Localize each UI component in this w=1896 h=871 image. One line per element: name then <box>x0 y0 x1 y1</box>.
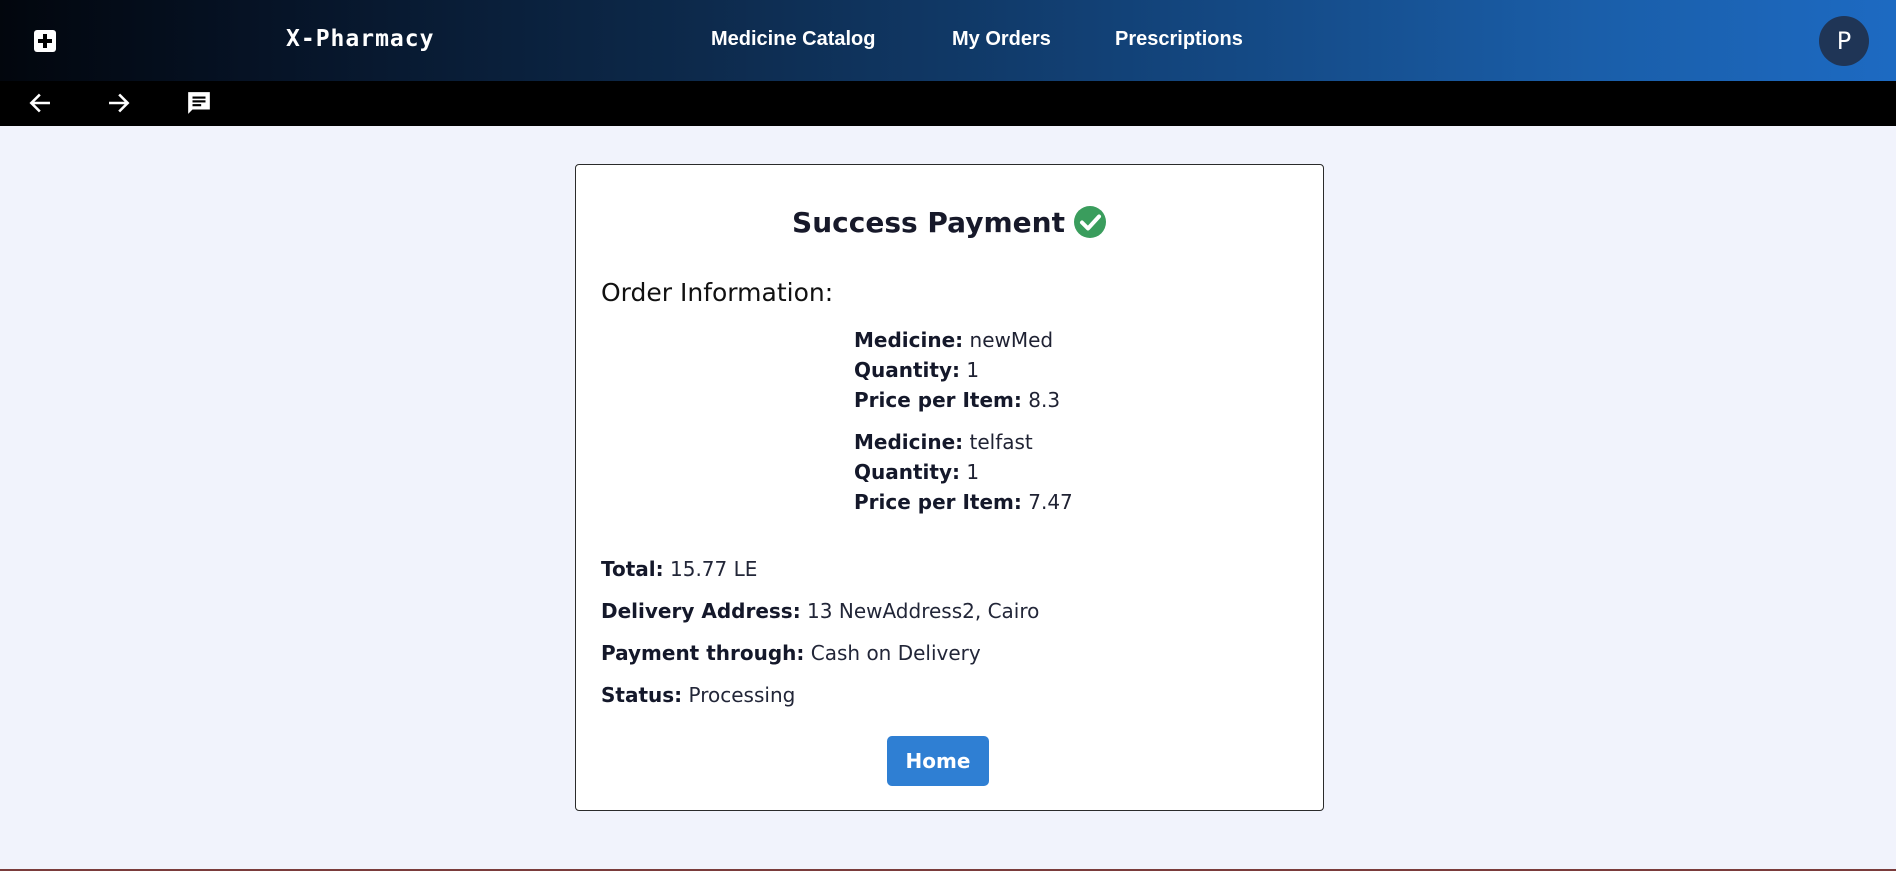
item-price: Price per Item: 8.3 <box>854 388 1061 412</box>
check-circle-icon <box>1073 206 1106 238</box>
success-title: Success Payment <box>576 205 1323 239</box>
order-item: Medicine: newMed Quantity: 1 Price per I… <box>854 325 1060 415</box>
chat-icon[interactable] <box>186 90 212 116</box>
arrow-right-icon[interactable] <box>106 90 132 116</box>
order-information-heading: Order Information: <box>601 278 834 307</box>
home-button[interactable]: Home <box>887 736 989 786</box>
delivery-address: Delivery Address: 13 NewAddress2, Cairo <box>601 599 1040 623</box>
order-total: Total: 15.77 LE <box>601 557 758 581</box>
item-medicine: Medicine: telfast <box>854 430 1033 454</box>
order-item: Medicine: telfast Quantity: 1 Price per … <box>854 427 1073 517</box>
medical-cross-icon[interactable] <box>34 30 56 52</box>
item-medicine: Medicine: newMed <box>854 328 1054 352</box>
secondary-toolbar <box>0 81 1896 126</box>
arrow-left-icon[interactable] <box>27 90 53 116</box>
page-title: Success Payment <box>792 205 1065 239</box>
nav-my-orders[interactable]: My Orders <box>952 28 1051 51</box>
payment-success-card: Success Payment Order Information: Medic… <box>575 164 1324 811</box>
item-quantity: Quantity: 1 <box>854 358 980 382</box>
nav-prescriptions[interactable]: Prescriptions <box>1115 28 1243 51</box>
item-price: Price per Item: 7.47 <box>854 490 1073 514</box>
order-status: Status: Processing <box>601 683 796 707</box>
payment-method: Payment through: Cash on Delivery <box>601 641 981 665</box>
top-navbar: X-Pharmacy Medicine Catalog My Orders Pr… <box>0 0 1896 81</box>
brand-name[interactable]: X-Pharmacy <box>286 26 434 52</box>
item-quantity: Quantity: 1 <box>854 460 980 484</box>
user-avatar[interactable]: P <box>1819 16 1869 66</box>
nav-medicine-catalog[interactable]: Medicine Catalog <box>711 28 875 51</box>
